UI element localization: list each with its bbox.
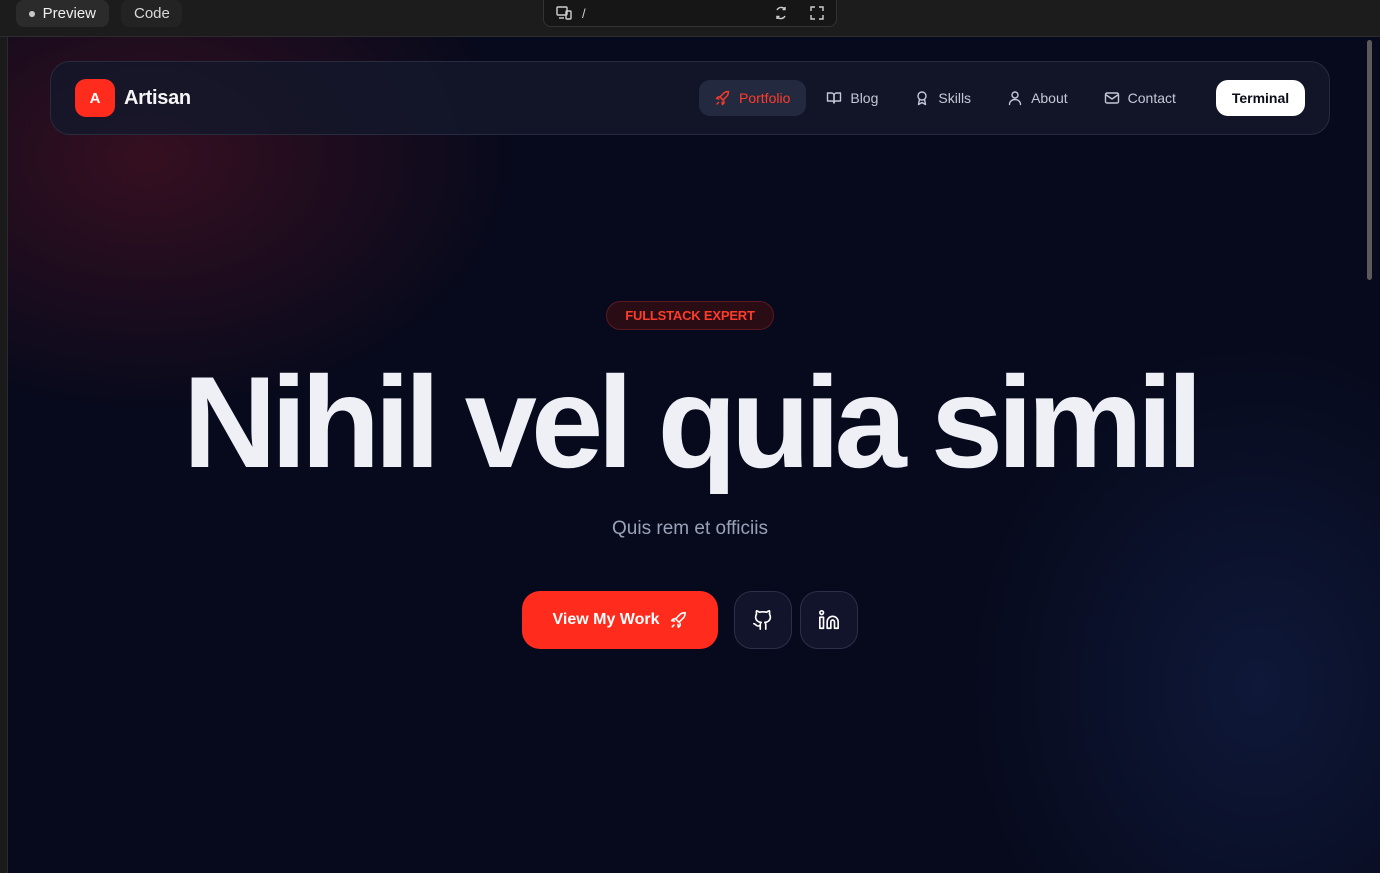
nav-item-label: Contact: [1127, 90, 1176, 106]
user-icon: [1008, 91, 1022, 106]
nav-item-label: About: [1031, 90, 1068, 106]
tab-code[interactable]: Code: [121, 0, 182, 27]
fullscreen-icon[interactable]: [810, 6, 824, 20]
book-icon: [827, 92, 842, 104]
nav-item-label: Blog: [850, 90, 879, 106]
nav-item-blog[interactable]: Blog: [810, 80, 894, 116]
editor-toolbar: Preview Code /: [0, 0, 1380, 37]
mail-icon: [1104, 92, 1119, 104]
view-work-button[interactable]: View My Work: [522, 591, 718, 649]
brand-logo[interactable]: A Artisan: [75, 79, 191, 117]
tab-preview[interactable]: Preview: [16, 0, 109, 27]
tab-preview-label: Preview: [42, 5, 96, 22]
brand-name: Artisan: [124, 86, 191, 109]
nav-item-label: Skills: [938, 90, 972, 106]
preview-frame: A Artisan Portfolio Blog Skills About Co…: [8, 37, 1380, 873]
refresh-icon[interactable]: [774, 6, 788, 20]
tab-code-label: Code: [134, 5, 170, 22]
linkedin-button[interactable]: [800, 591, 858, 649]
award-icon: [917, 91, 928, 106]
hero-title: Nihil vel quia simil: [182, 349, 1203, 495]
preview-url-bar[interactable]: /: [543, 0, 837, 27]
terminal-button[interactable]: Terminal: [1216, 80, 1305, 116]
nav-item-skills[interactable]: Skills: [898, 80, 987, 116]
nav-item-about[interactable]: About: [991, 80, 1084, 116]
role-badge: FULLSTACK EXPERT: [606, 301, 774, 330]
rocket-icon: [715, 90, 730, 106]
hero-subtitle: Quis rem et officiis: [612, 518, 768, 539]
view-work-label: View My Work: [552, 611, 660, 628]
rocket-icon: [670, 611, 686, 629]
status-dot-icon: [29, 10, 35, 17]
github-button[interactable]: [734, 591, 792, 649]
nav-links: Portfolio Blog Skills About Contact: [699, 80, 1196, 116]
linkedin-icon: [819, 610, 839, 630]
url-path[interactable]: /: [582, 6, 764, 21]
nav-item-label: Portfolio: [739, 90, 791, 106]
scrollbar[interactable]: [1367, 40, 1372, 280]
site-navbar: A Artisan Portfolio Blog Skills About Co…: [50, 61, 1330, 135]
nav-item-portfolio[interactable]: Portfolio: [699, 80, 807, 116]
responsive-devices-icon[interactable]: [556, 6, 572, 20]
github-icon: [753, 610, 772, 630]
nav-item-contact[interactable]: Contact: [1088, 80, 1192, 116]
brand-mark: A: [75, 79, 115, 117]
